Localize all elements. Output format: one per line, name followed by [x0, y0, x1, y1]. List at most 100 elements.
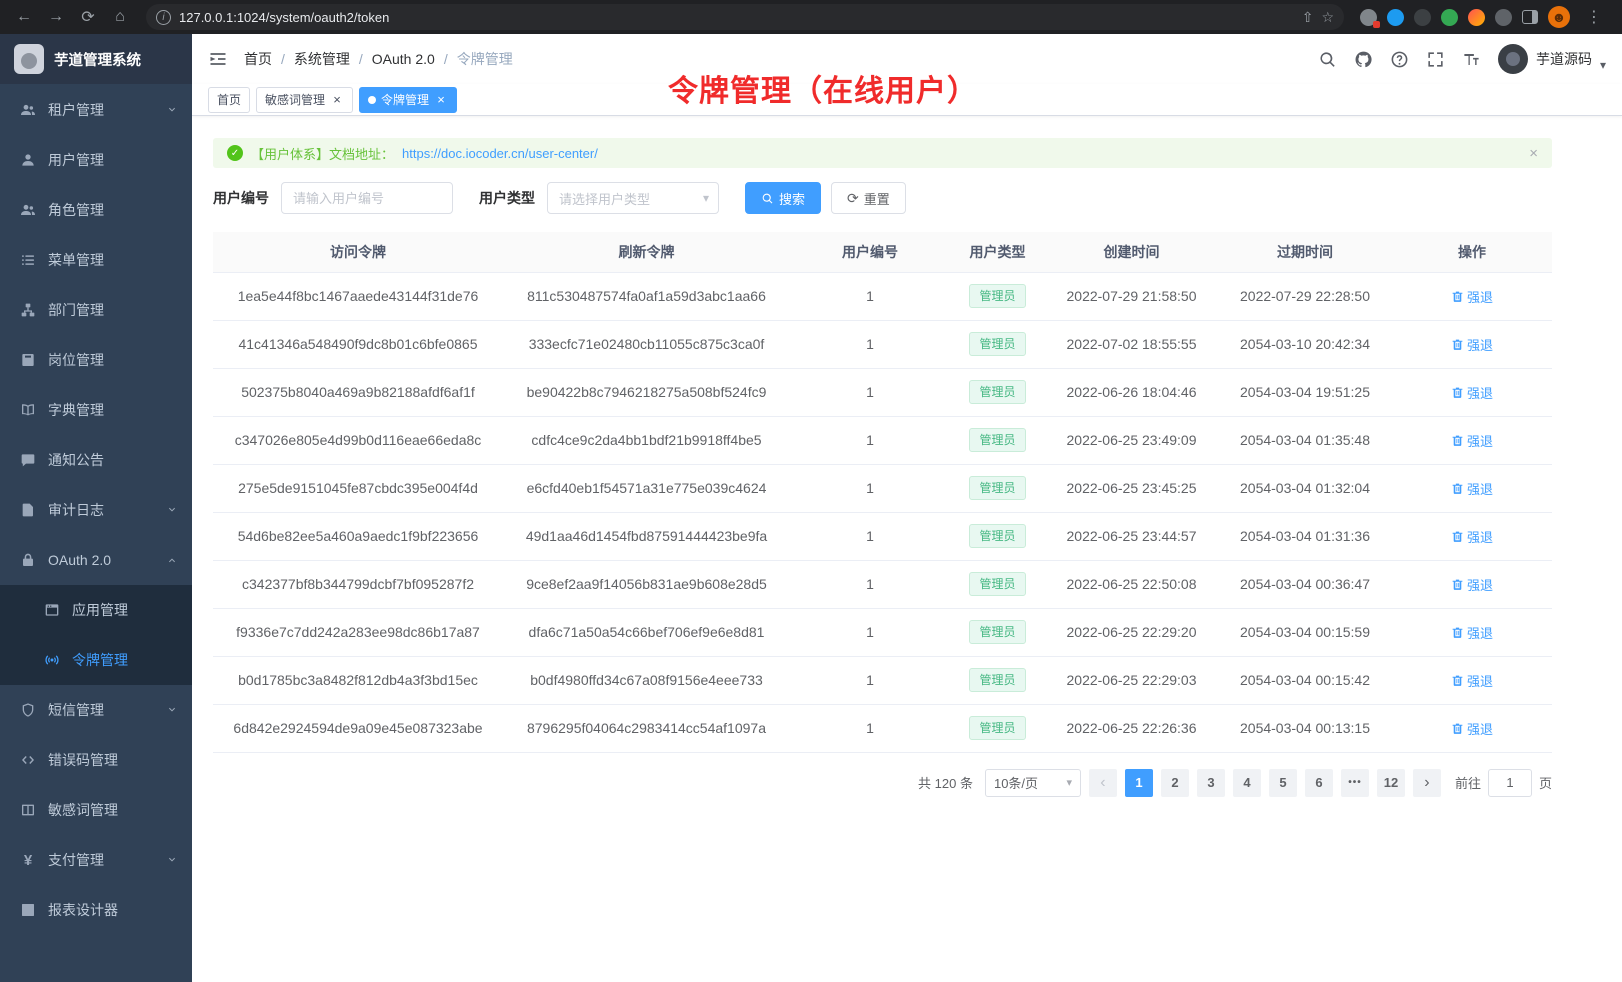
red-annotation-text: 令牌管理（在线用户）	[668, 66, 978, 110]
extension-icon[interactable]	[1468, 9, 1485, 26]
help-icon[interactable]	[1390, 50, 1409, 69]
trash-icon	[1451, 386, 1464, 399]
page-button-3[interactable]: 3	[1197, 769, 1225, 797]
force-logout-button[interactable]: 强退	[1451, 671, 1493, 690]
sidebar-item-oauth2-app[interactable]: 应用管理	[0, 585, 192, 635]
force-logout-button[interactable]: 强退	[1451, 383, 1493, 402]
sidebar-item-report-designer[interactable]: 报表设计器	[0, 885, 192, 935]
table-row: 502375b8040a469a9b82188afdf6af1f be90422…	[213, 368, 1552, 416]
github-icon[interactable]	[1354, 50, 1373, 69]
tab-token[interactable]: 令牌管理 ×	[359, 87, 457, 113]
breadcrumb-home[interactable]: 首页	[244, 49, 272, 69]
browser-forward-icon[interactable]: →	[42, 3, 70, 31]
sidebar-item-oauth2[interactable]: OAuth 2.0	[0, 535, 192, 585]
sidebar-item-tenant[interactable]: 租户管理	[0, 85, 192, 135]
next-page-button[interactable]: ›	[1413, 769, 1441, 797]
breadcrumb-system[interactable]: 系统管理	[294, 49, 350, 69]
page-button-1[interactable]: 1	[1125, 769, 1153, 797]
user-id-cell: 1	[790, 368, 950, 416]
alert-doc-link[interactable]: https://doc.iocoder.cn/user-center/	[402, 146, 598, 161]
user-id-input[interactable]	[281, 182, 453, 214]
browser-home-icon[interactable]: ⌂	[106, 3, 134, 31]
user-icon	[20, 152, 36, 168]
reset-button[interactable]: ⟳ 重置	[831, 182, 906, 214]
force-logout-button[interactable]: 强退	[1451, 623, 1493, 642]
extension-icon[interactable]	[1495, 9, 1512, 26]
browser-menu-icon[interactable]: ⋮	[1580, 3, 1608, 31]
force-logout-button[interactable]: 强退	[1451, 335, 1493, 354]
force-logout-button[interactable]: 强退	[1451, 719, 1493, 738]
sidebar-item-audit-log[interactable]: 审计日志	[0, 485, 192, 535]
sidebar-item-pay[interactable]: ¥ 支付管理	[0, 835, 192, 885]
more-pages-icon[interactable]: •••	[1341, 769, 1369, 797]
columns-icon	[20, 802, 36, 818]
tab-sensitive-word[interactable]: 敏感词管理 ×	[256, 87, 353, 113]
browser-profile-avatar[interactable]: ☻	[1548, 6, 1570, 28]
force-logout-button[interactable]: 强退	[1451, 431, 1493, 450]
force-logout-button[interactable]: 强退	[1451, 575, 1493, 594]
actions-cell: 强退	[1392, 656, 1552, 704]
sidebar-item-dict[interactable]: 字典管理	[0, 385, 192, 435]
breadcrumb-oauth2[interactable]: OAuth 2.0	[372, 51, 435, 67]
breadcrumb-current: 令牌管理	[457, 49, 513, 69]
address-bar[interactable]: i 127.0.0.1:1024/system/oauth2/token ⇧ ☆	[146, 4, 1344, 30]
page-button-4[interactable]: 4	[1233, 769, 1261, 797]
sidebar-item-post[interactable]: 岗位管理	[0, 335, 192, 385]
tab-home[interactable]: 首页	[208, 87, 250, 113]
sidebar-toggle-icon[interactable]	[208, 49, 228, 69]
user-type-badge: 管理员	[969, 524, 1025, 548]
sidebar-item-role[interactable]: 角色管理	[0, 185, 192, 235]
page-button-12[interactable]: 12	[1377, 769, 1405, 797]
share-icon[interactable]: ⇧	[1302, 9, 1314, 26]
expire-time-cell: 2054-03-04 01:32:04	[1218, 464, 1392, 512]
font-size-icon[interactable]	[1462, 50, 1481, 69]
bookmark-star-icon[interactable]: ☆	[1321, 9, 1334, 26]
page-button-5[interactable]: 5	[1269, 769, 1297, 797]
col-create-time: 创建时间	[1045, 232, 1218, 272]
trash-icon	[1451, 674, 1464, 687]
page-button-6[interactable]: 6	[1305, 769, 1333, 797]
browser-back-icon[interactable]: ←	[10, 3, 38, 31]
user-id-cell: 1	[790, 416, 950, 464]
search-button[interactable]: 搜索	[745, 182, 821, 214]
user-avatar	[1498, 44, 1528, 74]
sidebar-item-menu[interactable]: 菜单管理	[0, 235, 192, 285]
alert-close-icon[interactable]: ×	[1529, 145, 1538, 162]
goto-suffix: 页	[1539, 773, 1552, 792]
close-icon[interactable]: ×	[434, 93, 448, 107]
refresh-token-cell: 9ce8ef2aa9f14056b831ae9b608e28d5	[503, 560, 790, 608]
sidebar-item-notice[interactable]: 通知公告	[0, 435, 192, 485]
access-token-cell: c347026e805e4d99b0d116eae66eda8c	[213, 416, 503, 464]
success-check-icon: ✓	[227, 145, 243, 161]
user-type-select[interactable]: 请选择用户类型 ▾	[547, 182, 719, 214]
search-icon[interactable]	[1318, 50, 1337, 69]
browser-reload-icon[interactable]: ⟳	[74, 3, 102, 31]
sidebar-item-sensitive-word[interactable]: 敏感词管理	[0, 785, 192, 835]
sidebar-item-sms[interactable]: 短信管理	[0, 685, 192, 735]
site-info-icon[interactable]: i	[156, 10, 171, 25]
sidebar-item-oauth2-token[interactable]: 令牌管理	[0, 635, 192, 685]
goto-page-input[interactable]	[1488, 769, 1532, 797]
page-size-select[interactable]: 10条/页 ▾	[985, 769, 1081, 797]
force-logout-button[interactable]: 强退	[1451, 527, 1493, 546]
extension-icon[interactable]	[1360, 9, 1377, 26]
prev-page-button[interactable]: ‹	[1089, 769, 1117, 797]
sidebar-item-label: 支付管理	[48, 850, 166, 870]
sidebar-item-error-code[interactable]: 错误码管理	[0, 735, 192, 785]
extension-icon[interactable]	[1414, 9, 1431, 26]
trash-icon	[1451, 626, 1464, 639]
user-dropdown[interactable]: 芋道源码 ▾	[1498, 44, 1606, 74]
extension-icon[interactable]	[1387, 9, 1404, 26]
side-panel-icon[interactable]	[1522, 10, 1538, 24]
fullscreen-icon[interactable]	[1426, 50, 1445, 69]
trash-icon	[1451, 722, 1464, 735]
user-id-cell: 1	[790, 464, 950, 512]
page-button-2[interactable]: 2	[1161, 769, 1189, 797]
close-icon[interactable]: ×	[330, 93, 344, 107]
app-logo[interactable]: 芋道管理系统	[0, 34, 192, 84]
sidebar-item-dept[interactable]: 部门管理	[0, 285, 192, 335]
force-logout-button[interactable]: 强退	[1451, 287, 1493, 306]
extension-icon[interactable]	[1441, 9, 1458, 26]
force-logout-button[interactable]: 强退	[1451, 479, 1493, 498]
sidebar-item-user[interactable]: 用户管理	[0, 135, 192, 185]
